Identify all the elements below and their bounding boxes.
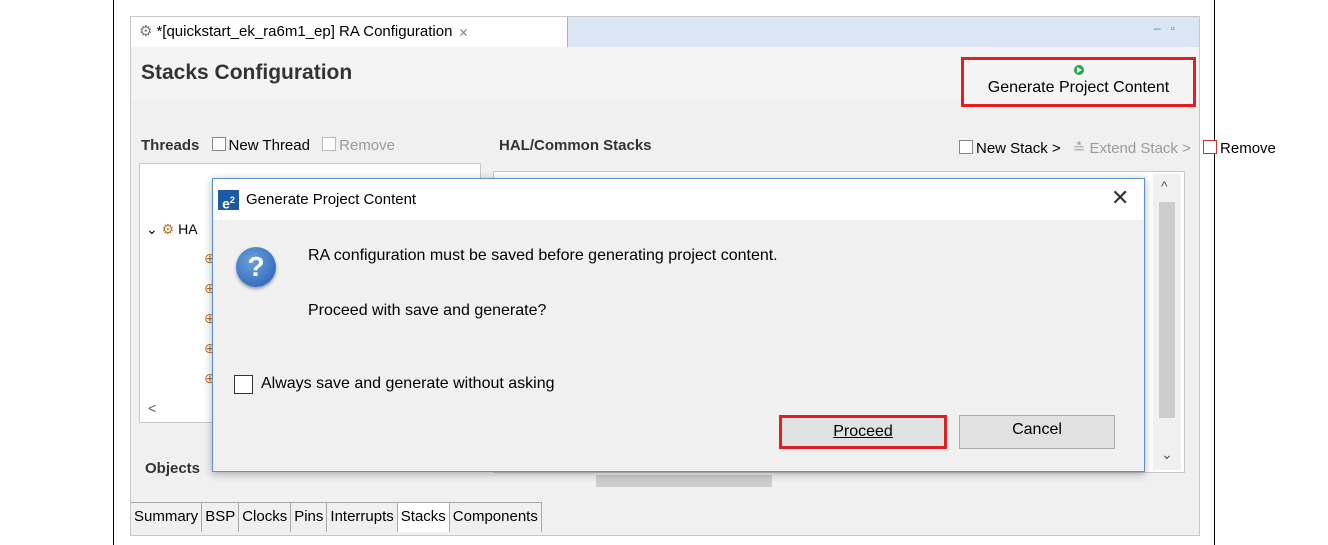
new-thread-icon: [211, 137, 226, 151]
tab-interrupts[interactable]: Interrupts: [327, 502, 398, 532]
new-stack-button[interactable]: New Stack >: [976, 140, 1061, 157]
vertical-scrollbar[interactable]: ^ ⌄: [1153, 174, 1181, 470]
tree-root-label: HA: [178, 221, 198, 237]
scroll-up-icon[interactable]: ^: [1161, 178, 1168, 194]
tab-bsp[interactable]: BSP: [202, 502, 240, 532]
horizontal-scrollbar-thumb[interactable]: [596, 475, 772, 487]
tab-summary[interactable]: Summary: [131, 502, 203, 532]
hal-stacks-heading: HAL/Common Stacks: [499, 137, 652, 154]
remove-thread-icon: [322, 137, 337, 151]
remove-stack-icon: [1203, 140, 1218, 154]
page-title: Stacks Configuration: [141, 61, 353, 84]
scroll-left-icon[interactable]: <: [148, 400, 156, 416]
tab-pins[interactable]: Pins: [291, 502, 328, 532]
scrollbar-thumb[interactable]: [1159, 202, 1175, 418]
always-save-checkbox[interactable]: [234, 375, 253, 394]
threads-heading: Threads: [141, 137, 200, 154]
thread-icon: ⚙: [161, 221, 175, 237]
window-controls[interactable]: ‒▫: [1154, 21, 1185, 35]
tab-close-icon[interactable]: ⨯: [458, 25, 468, 39]
page-border-right: [1214, 0, 1215, 545]
remove-thread-button[interactable]: Remove: [339, 137, 395, 154]
dialog-question: Proceed with save and generate?: [308, 302, 547, 319]
editor-tab-title: *[quickstart_ek_ra6m1_ep] RA Configurati…: [156, 23, 453, 40]
cancel-button[interactable]: Cancel: [959, 415, 1115, 449]
expand-chevron-icon[interactable]: ⌄: [146, 221, 158, 237]
extend-stack-icon: ≛: [1072, 140, 1086, 157]
tree-root-item[interactable]: ⌄ ⚙ HA: [146, 221, 198, 238]
editor-tabstrip: ⚙ *[quickstart_ek_ra6m1_ep] RA Configurat…: [131, 17, 1199, 47]
scroll-down-icon[interactable]: ⌄: [1161, 446, 1173, 463]
proceed-button[interactable]: Proceed: [779, 415, 947, 449]
gear-icon: ⚙: [139, 23, 153, 40]
dialog-title: Generate Project Content: [246, 191, 417, 208]
hal-toolbar: New Stack > ≛ Extend Stack > Remove: [951, 139, 1276, 157]
editor-header: Stacks Configuration Generate Project Co…: [131, 47, 1199, 107]
tab-components[interactable]: Components: [449, 502, 542, 532]
editor-tab[interactable]: ⚙ *[quickstart_ek_ra6m1_ep] RA Configurat…: [131, 17, 568, 47]
generate-project-content-button[interactable]: Generate Project Content: [961, 57, 1196, 107]
tab-stacks[interactable]: Stacks: [397, 502, 450, 532]
always-save-checkbox-label[interactable]: Always save and generate without asking: [261, 375, 555, 393]
generate-project-content-dialog: e2 Generate Project Content ✕ ? RA confi…: [212, 178, 1145, 472]
new-thread-button[interactable]: New Thread: [229, 137, 310, 154]
editor-bottom-tabs: Summary BSP Clocks Pins Interrupts Stack…: [131, 502, 542, 532]
threads-toolbar: Threads New Thread Remove: [141, 137, 395, 154]
dialog-message: RA configuration must be saved before ge…: [308, 247, 778, 264]
minimize-icon[interactable]: ‒: [1154, 21, 1171, 35]
remove-stack-button[interactable]: Remove: [1220, 140, 1276, 157]
e2-studio-icon: e2: [218, 190, 239, 212]
extend-stack-button[interactable]: Extend Stack >: [1090, 140, 1191, 157]
tab-clocks[interactable]: Clocks: [239, 502, 292, 532]
objects-heading: Objects: [145, 460, 201, 477]
question-icon: ?: [236, 247, 276, 287]
dialog-titlebar: e2 Generate Project Content ✕: [213, 179, 1144, 220]
maximize-icon[interactable]: ▫: [1171, 21, 1185, 35]
new-stack-icon: [959, 140, 973, 154]
page-border-left: [113, 0, 114, 545]
close-icon[interactable]: ✕: [1111, 185, 1129, 211]
generate-button-label: Generate Project Content: [987, 79, 1170, 96]
play-icon: [1073, 65, 1084, 75]
